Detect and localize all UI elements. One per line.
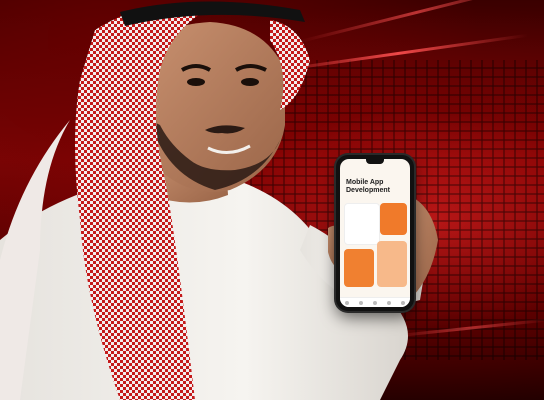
apps-icon[interactable] <box>373 300 377 305</box>
smartphone: Mobile App Development <box>336 155 414 311</box>
app-card-orange-small[interactable] <box>344 249 374 287</box>
phone-notch <box>366 159 384 164</box>
app-card-white[interactable] <box>344 203 380 245</box>
profile-icon[interactable] <box>387 300 391 305</box>
photo-scene: Mobile App Development <box>0 0 544 400</box>
home-icon[interactable] <box>345 300 349 305</box>
app-card-orange[interactable] <box>380 203 407 235</box>
app-card-peach[interactable] <box>377 241 407 287</box>
phone-screen: Mobile App Development <box>340 159 410 307</box>
man-in-ghutra <box>0 1 438 400</box>
phone-tab-bar <box>340 297 410 307</box>
search-icon[interactable] <box>359 300 363 305</box>
menu-icon[interactable] <box>401 300 405 305</box>
app-title: Mobile App Development <box>346 179 390 194</box>
